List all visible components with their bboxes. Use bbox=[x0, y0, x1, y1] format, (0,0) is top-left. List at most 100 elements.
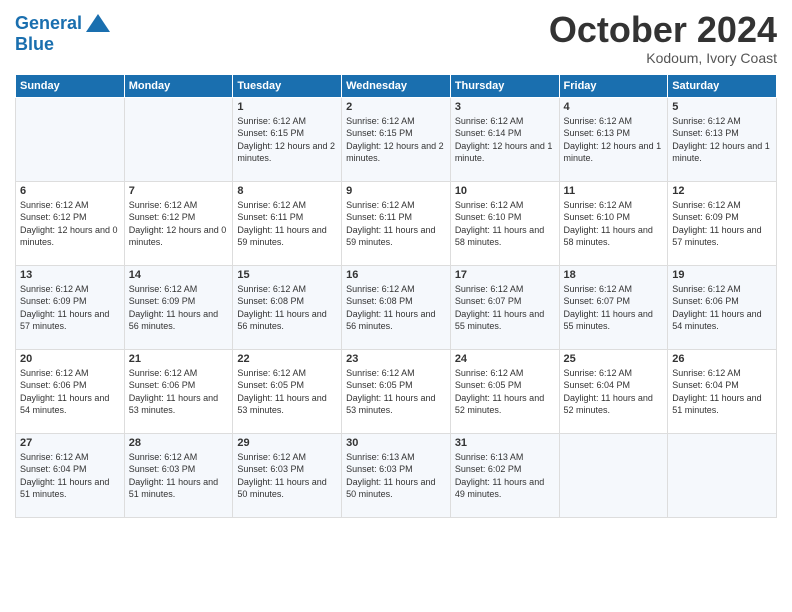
calendar-cell: 20 Sunrise: 6:12 AM Sunset: 6:06 PM Dayli… bbox=[16, 349, 125, 433]
day-number: 4 bbox=[564, 101, 664, 113]
calendar-cell bbox=[16, 97, 125, 181]
day-number: 15 bbox=[237, 269, 337, 281]
cell-info: Sunrise: 6:12 AM Sunset: 6:12 PM Dayligh… bbox=[129, 199, 229, 249]
cell-info: Sunrise: 6:12 AM Sunset: 6:11 PM Dayligh… bbox=[346, 199, 446, 249]
cell-info: Sunrise: 6:12 AM Sunset: 6:05 PM Dayligh… bbox=[346, 367, 446, 417]
day-number: 22 bbox=[237, 353, 337, 365]
day-number: 11 bbox=[564, 185, 664, 197]
calendar-cell: 22 Sunrise: 6:12 AM Sunset: 6:05 PM Dayli… bbox=[233, 349, 342, 433]
day-number: 20 bbox=[20, 353, 120, 365]
cell-info: Sunrise: 6:12 AM Sunset: 6:03 PM Dayligh… bbox=[237, 451, 337, 501]
title-block: October 2024 Kodoum, Ivory Coast bbox=[549, 10, 777, 66]
day-number: 24 bbox=[455, 353, 555, 365]
cell-info: Sunrise: 6:12 AM Sunset: 6:05 PM Dayligh… bbox=[237, 367, 337, 417]
day-number: 3 bbox=[455, 101, 555, 113]
calendar-cell: 29 Sunrise: 6:12 AM Sunset: 6:03 PM Dayli… bbox=[233, 433, 342, 517]
day-header-monday: Monday bbox=[124, 74, 233, 97]
cell-info: Sunrise: 6:12 AM Sunset: 6:04 PM Dayligh… bbox=[564, 367, 664, 417]
calendar-cell: 9 Sunrise: 6:12 AM Sunset: 6:11 PM Daylig… bbox=[342, 181, 451, 265]
logo-text: General bbox=[15, 14, 82, 34]
cell-info: Sunrise: 6:12 AM Sunset: 6:14 PM Dayligh… bbox=[455, 115, 555, 165]
calendar-cell: 10Sunrise: 6:12 AM Sunset: 6:10 PM Dayli… bbox=[450, 181, 559, 265]
day-number: 31 bbox=[455, 437, 555, 449]
calendar-cell: 27 Sunrise: 6:12 AM Sunset: 6:04 PM Dayli… bbox=[16, 433, 125, 517]
calendar-cell bbox=[124, 97, 233, 181]
calendar-cell: 30 Sunrise: 6:13 AM Sunset: 6:03 PM Dayli… bbox=[342, 433, 451, 517]
calendar-cell: 3 Sunrise: 6:12 AM Sunset: 6:14 PM Daylig… bbox=[450, 97, 559, 181]
cell-info: Sunrise: 6:12 AM Sunset: 6:11 PM Dayligh… bbox=[237, 199, 337, 249]
day-number: 26 bbox=[672, 353, 772, 365]
calendar-cell: 23 Sunrise: 6:12 AM Sunset: 6:05 PM Dayli… bbox=[342, 349, 451, 433]
day-number: 28 bbox=[129, 437, 229, 449]
cell-info: Sunrise: 6:12 AM Sunset: 6:10 PM Dayligh… bbox=[564, 199, 664, 249]
day-header-tuesday: Tuesday bbox=[233, 74, 342, 97]
day-number: 2 bbox=[346, 101, 446, 113]
day-number: 8 bbox=[237, 185, 337, 197]
cell-info: Sunrise: 6:12 AM Sunset: 6:04 PM Dayligh… bbox=[20, 451, 120, 501]
day-number: 17 bbox=[455, 269, 555, 281]
calendar-cell: 18 Sunrise: 6:12 AM Sunset: 6:07 PM Dayli… bbox=[559, 265, 668, 349]
calendar-cell: 1 Sunrise: 6:12 AM Sunset: 6:15 PM Daylig… bbox=[233, 97, 342, 181]
calendar-cell bbox=[668, 433, 777, 517]
day-header-friday: Friday bbox=[559, 74, 668, 97]
cell-info: Sunrise: 6:12 AM Sunset: 6:13 PM Dayligh… bbox=[672, 115, 772, 165]
day-number: 14 bbox=[129, 269, 229, 281]
day-number: 27 bbox=[20, 437, 120, 449]
cell-info: Sunrise: 6:12 AM Sunset: 6:15 PM Dayligh… bbox=[237, 115, 337, 165]
cell-info: Sunrise: 6:12 AM Sunset: 6:06 PM Dayligh… bbox=[129, 367, 229, 417]
day-number: 12 bbox=[672, 185, 772, 197]
cell-info: Sunrise: 6:12 AM Sunset: 6:07 PM Dayligh… bbox=[455, 283, 555, 333]
calendar-cell: 28 Sunrise: 6:12 AM Sunset: 6:03 PM Dayli… bbox=[124, 433, 233, 517]
cell-info: Sunrise: 6:12 AM Sunset: 6:03 PM Dayligh… bbox=[129, 451, 229, 501]
cell-info: Sunrise: 6:12 AM Sunset: 6:08 PM Dayligh… bbox=[237, 283, 337, 333]
cell-info: Sunrise: 6:12 AM Sunset: 6:05 PM Dayligh… bbox=[455, 367, 555, 417]
calendar-cell: 26 Sunrise: 6:12 AM Sunset: 6:04 PM Dayli… bbox=[668, 349, 777, 433]
calendar-table: SundayMondayTuesdayWednesdayThursdayFrid… bbox=[15, 74, 777, 518]
cell-info: Sunrise: 6:12 AM Sunset: 6:13 PM Dayligh… bbox=[564, 115, 664, 165]
calendar-cell: 24 Sunrise: 6:12 AM Sunset: 6:05 PM Dayli… bbox=[450, 349, 559, 433]
day-number: 7 bbox=[129, 185, 229, 197]
day-header-saturday: Saturday bbox=[668, 74, 777, 97]
calendar-cell: 2Sunrise: 6:12 AM Sunset: 6:15 PM Daylig… bbox=[342, 97, 451, 181]
day-number: 25 bbox=[564, 353, 664, 365]
logo: General Blue bbox=[15, 10, 112, 55]
calendar-cell: 7 Sunrise: 6:12 AM Sunset: 6:12 PM Daylig… bbox=[124, 181, 233, 265]
calendar-cell: 15 Sunrise: 6:12 AM Sunset: 6:08 PM Dayli… bbox=[233, 265, 342, 349]
cell-info: Sunrise: 6:12 AM Sunset: 6:06 PM Dayligh… bbox=[672, 283, 772, 333]
calendar-cell: 12 Sunrise: 6:12 AM Sunset: 6:09 PM Dayli… bbox=[668, 181, 777, 265]
cell-info: Sunrise: 6:12 AM Sunset: 6:08 PM Dayligh… bbox=[346, 283, 446, 333]
day-number: 23 bbox=[346, 353, 446, 365]
cell-info: Sunrise: 6:12 AM Sunset: 6:07 PM Dayligh… bbox=[564, 283, 664, 333]
calendar-cell: 8 Sunrise: 6:12 AM Sunset: 6:11 PM Daylig… bbox=[233, 181, 342, 265]
calendar-cell: 13 Sunrise: 6:12 AM Sunset: 6:09 PM Dayli… bbox=[16, 265, 125, 349]
day-number: 30 bbox=[346, 437, 446, 449]
cell-info: Sunrise: 6:13 AM Sunset: 6:02 PM Dayligh… bbox=[455, 451, 555, 501]
day-number: 1 bbox=[237, 101, 337, 113]
day-number: 9 bbox=[346, 185, 446, 197]
cell-info: Sunrise: 6:12 AM Sunset: 6:09 PM Dayligh… bbox=[20, 283, 120, 333]
cell-info: Sunrise: 6:12 AM Sunset: 6:09 PM Dayligh… bbox=[672, 199, 772, 249]
calendar-cell: 5 Sunrise: 6:12 AM Sunset: 6:13 PM Daylig… bbox=[668, 97, 777, 181]
calendar-cell: 4 Sunrise: 6:12 AM Sunset: 6:13 PM Daylig… bbox=[559, 97, 668, 181]
calendar-cell: 6Sunrise: 6:12 AM Sunset: 6:12 PM Daylig… bbox=[16, 181, 125, 265]
day-number: 5 bbox=[672, 101, 772, 113]
location-subtitle: Kodoum, Ivory Coast bbox=[549, 50, 777, 66]
cell-info: Sunrise: 6:12 AM Sunset: 6:04 PM Dayligh… bbox=[672, 367, 772, 417]
day-number: 18 bbox=[564, 269, 664, 281]
day-header-thursday: Thursday bbox=[450, 74, 559, 97]
calendar-cell: 19Sunrise: 6:12 AM Sunset: 6:06 PM Dayli… bbox=[668, 265, 777, 349]
calendar-cell: 14Sunrise: 6:12 AM Sunset: 6:09 PM Dayli… bbox=[124, 265, 233, 349]
day-number: 13 bbox=[20, 269, 120, 281]
calendar-cell bbox=[559, 433, 668, 517]
cell-info: Sunrise: 6:12 AM Sunset: 6:06 PM Dayligh… bbox=[20, 367, 120, 417]
cell-info: Sunrise: 6:13 AM Sunset: 6:03 PM Dayligh… bbox=[346, 451, 446, 501]
calendar-cell: 11 Sunrise: 6:12 AM Sunset: 6:10 PM Dayli… bbox=[559, 181, 668, 265]
day-number: 29 bbox=[237, 437, 337, 449]
day-header-wednesday: Wednesday bbox=[342, 74, 451, 97]
calendar-cell: 31 Sunrise: 6:13 AM Sunset: 6:02 PM Dayli… bbox=[450, 433, 559, 517]
calendar-cell: 17 Sunrise: 6:12 AM Sunset: 6:07 PM Dayli… bbox=[450, 265, 559, 349]
logo-icon bbox=[84, 10, 112, 38]
calendar-cell: 25 Sunrise: 6:12 AM Sunset: 6:04 PM Dayli… bbox=[559, 349, 668, 433]
month-title: October 2024 bbox=[549, 10, 777, 50]
day-number: 10 bbox=[455, 185, 555, 197]
